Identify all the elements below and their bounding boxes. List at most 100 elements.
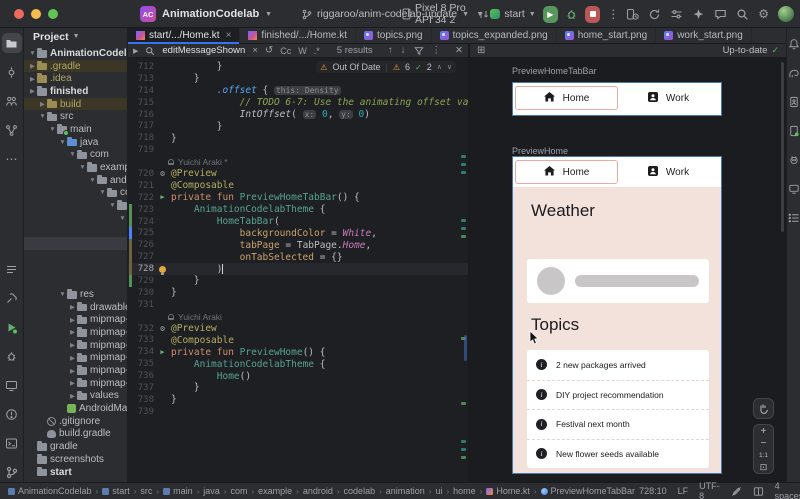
- code-line-714[interactable]: 714 .offset { this: Density: [128, 85, 468, 97]
- code-line-720[interactable]: 720⚙@Preview: [128, 168, 468, 180]
- structure-list-icon[interactable]: [784, 208, 800, 228]
- todo-tool-icon[interactable]: [2, 259, 22, 279]
- tree-item-main[interactable]: ▼main: [24, 123, 127, 136]
- chevron-right-icon[interactable]: ▶: [68, 379, 77, 387]
- layout-inspector-icon[interactable]: [670, 8, 683, 21]
- chevron-right-icon[interactable]: ▶: [68, 303, 77, 311]
- minimize-window-button[interactable]: [31, 9, 41, 19]
- stripe-mark[interactable]: [461, 235, 466, 238]
- build-tool-icon[interactable]: [2, 288, 22, 308]
- chevron-down-icon[interactable]: ▼: [118, 215, 127, 222]
- breadcrumb-item[interactable]: Home.kt: [486, 486, 530, 496]
- readonly-toggle-icon[interactable]: [731, 486, 742, 497]
- code-line-733[interactable]: 733@Composable: [128, 334, 468, 346]
- search-input[interactable]: editMessageShown: [162, 45, 245, 56]
- device-selector[interactable]: Pixel 8 Pro API 34 2 ▼: [402, 2, 483, 26]
- tree-item-codelab[interactable]: ▼codelab: [24, 187, 127, 200]
- tree-item--gradle[interactable]: ▶.gradle: [24, 60, 127, 73]
- preview-settings-gutter-icon[interactable]: ⚙: [156, 168, 169, 179]
- more-actions-icon[interactable]: ⋮: [607, 8, 619, 20]
- tree-item-mipmap-xhdpi[interactable]: ▶mipmap-xhdpi: [24, 352, 127, 365]
- code-line-724[interactable]: 724 HomeTabBar(: [128, 216, 468, 228]
- code-line-739[interactable]: 739: [128, 406, 468, 418]
- chevron-down-icon[interactable]: ▼: [108, 202, 117, 209]
- file-encoding[interactable]: UTF-8: [699, 481, 720, 499]
- code-line-717[interactable]: 717 }: [128, 120, 468, 132]
- tree-item[interactable]: [24, 275, 127, 288]
- chevron-right-icon[interactable]: ▶: [68, 341, 77, 349]
- chevron-down-icon[interactable]: ▼: [88, 177, 97, 184]
- tree-item-android[interactable]: ▼android: [24, 174, 127, 187]
- tree-item-animation[interactable]: ▼animation: [24, 199, 127, 212]
- stripe-mark[interactable]: [461, 227, 466, 230]
- editor-tab[interactable]: home_start.png: [557, 28, 657, 43]
- tree-item-drawable[interactable]: ▶drawable: [24, 301, 127, 314]
- chevron-right-icon[interactable]: ▶: [68, 367, 77, 375]
- run-button[interactable]: ▶: [543, 6, 558, 23]
- chevron-right-icon[interactable]: ▶: [28, 62, 37, 70]
- author-hint[interactable]: Yuichi Araki *: [128, 156, 468, 168]
- code-line-727[interactable]: 727 onTabSelected = {}: [128, 251, 468, 263]
- grid-view-icon[interactable]: ⊞: [477, 45, 485, 56]
- feedback-icon[interactable]: [714, 8, 727, 21]
- clear-search-icon[interactable]: ×: [252, 45, 258, 56]
- tree-item-home-kt[interactable]: Home.kt: [24, 237, 128, 250]
- code-line-731[interactable]: 731: [128, 299, 468, 311]
- code-line-729[interactable]: 729 }: [128, 275, 468, 287]
- search-icon[interactable]: [736, 8, 749, 21]
- zoom-window-button[interactable]: [48, 9, 58, 19]
- code-line-716[interactable]: 716 IntOffset( x: 0, y: 0): [128, 109, 468, 121]
- tree-item-java[interactable]: ▼java: [24, 136, 127, 149]
- pull-requests-tool-icon[interactable]: [2, 91, 22, 111]
- stripe-mark[interactable]: [461, 155, 466, 158]
- terminal-tool-icon[interactable]: [2, 433, 22, 453]
- breadcrumb-item[interactable]: animation: [386, 486, 425, 496]
- chevron-down-icon[interactable]: ▼: [78, 164, 87, 171]
- tree-item-res[interactable]: ▼res: [24, 288, 127, 301]
- zoom-in-button[interactable]: +: [754, 425, 773, 437]
- chevron-right-icon[interactable]: ▶: [28, 87, 37, 95]
- tree-item--gitignore[interactable]: .gitignore: [24, 415, 127, 428]
- preview-scrollbar[interactable]: [781, 62, 784, 232]
- line-separator[interactable]: LF: [678, 486, 689, 496]
- code-line-732[interactable]: 732⚙@Preview: [128, 323, 468, 335]
- code-line-728[interactable]: 728 ): [128, 263, 468, 275]
- code-line-738[interactable]: 738}: [128, 394, 468, 406]
- tree-item-mipmap-xxxhdp[interactable]: ▶mipmap-xxxhdp: [24, 377, 127, 390]
- code-editor[interactable]: 712 }713 }714 .offset { this: Density715…: [128, 58, 468, 482]
- breadcrumb-item[interactable]: java: [203, 486, 220, 496]
- tree-item--idea[interactable]: ▶.idea: [24, 72, 127, 85]
- stripe-mark[interactable]: [461, 402, 466, 405]
- breadcrumb-item[interactable]: example: [258, 486, 292, 496]
- debug-button[interactable]: [565, 8, 578, 21]
- prev-problem-icon[interactable]: ∧: [437, 63, 442, 71]
- code-line-722[interactable]: 722▶private fun PreviewHomeTabBar() {: [128, 192, 468, 204]
- breadcrumb-item[interactable]: start: [102, 486, 130, 496]
- chevron-down-icon[interactable]: ▼: [58, 291, 67, 298]
- code-line-734[interactable]: 734▶private fun PreviewHome() {: [128, 346, 468, 358]
- stripe-mark[interactable]: [461, 163, 466, 166]
- breadcrumb-item[interactable]: android: [303, 486, 333, 496]
- problems-tool-icon[interactable]: [2, 404, 22, 424]
- close-search-icon[interactable]: ✕: [455, 45, 463, 56]
- chevron-down-icon[interactable]: ▼: [28, 50, 37, 57]
- tree-item-start[interactable]: start: [24, 466, 127, 479]
- tree-item[interactable]: [24, 263, 128, 276]
- run-tool-icon[interactable]: [2, 317, 22, 337]
- filter-icon[interactable]: [414, 46, 424, 56]
- zoom-out-button[interactable]: −: [754, 437, 773, 449]
- run-preview-gutter-icon[interactable]: ▶: [156, 347, 169, 358]
- breadcrumb-item[interactable]: src: [140, 486, 152, 496]
- emulator-tool-icon[interactable]: [784, 179, 800, 199]
- commit-tool-icon[interactable]: [2, 62, 22, 82]
- editor-tab[interactable]: topics_expanded.png: [432, 28, 557, 43]
- chevron-down-icon[interactable]: ▼: [48, 126, 57, 133]
- user-avatar[interactable]: [778, 6, 794, 22]
- next-problem-icon[interactable]: ∨: [447, 63, 452, 71]
- editor-tab[interactable]: work_start.png: [656, 28, 752, 43]
- caret-position[interactable]: 728:10: [639, 486, 667, 496]
- code-line-723[interactable]: 723 AnimationCodelabTheme {: [128, 204, 468, 216]
- stripe-mark[interactable]: [461, 448, 466, 451]
- tree-item-values[interactable]: ▶values: [24, 390, 127, 403]
- breadcrumb-item[interactable]: codelab: [344, 486, 376, 496]
